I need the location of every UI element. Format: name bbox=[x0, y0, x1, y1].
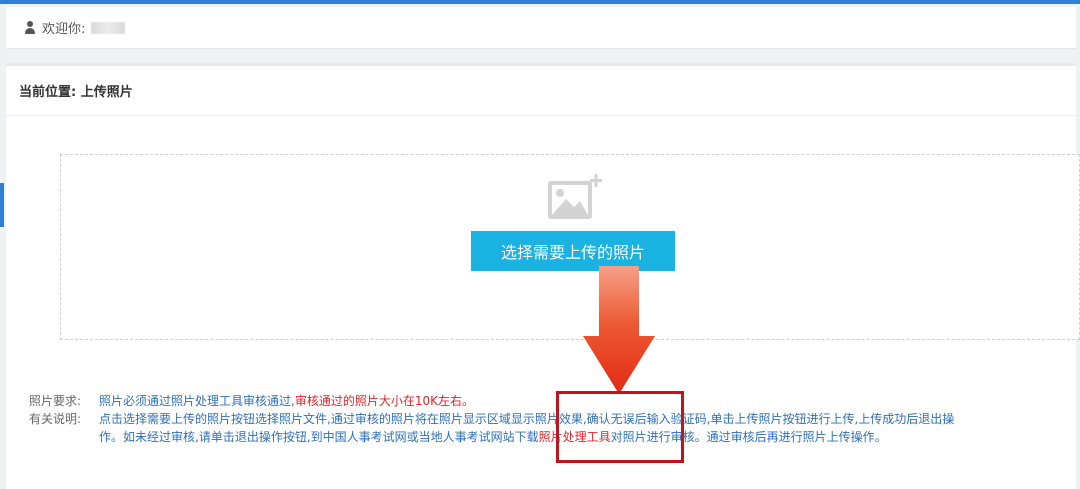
breadcrumb: 当前位置: 上传照片 bbox=[6, 66, 1076, 116]
description-label: 有关说明: bbox=[29, 412, 82, 426]
welcome-bar: 欢迎你: bbox=[6, 7, 1076, 49]
down-arrow-icon bbox=[583, 266, 655, 394]
requirement-text: 照片必须通过照片处理工具审核通过,审核通过的照片大小在10K左右。 bbox=[99, 392, 474, 410]
main-panel: 当前位置: 上传照片 选择需要上传的照片 照片要求: 照片必须通过照片处理工具审… bbox=[6, 63, 1080, 489]
image-add-icon bbox=[548, 174, 602, 219]
highlight-box bbox=[556, 391, 684, 463]
description-line1: 点击选择需要上传的照片按钮选择照片文件,通过审核的照片将在照片显示区域显示照片效… bbox=[99, 412, 955, 426]
username-redacted bbox=[91, 21, 126, 34]
notes-section: 照片要求: 照片必须通过照片处理工具审核通过,审核通过的照片大小在10K左右。 … bbox=[29, 392, 1069, 446]
description-line2-start: 作。如未经过审核,请单击退出操作按钮,到中国人事考试网或当地人事考试网站下载 bbox=[99, 430, 539, 444]
requirement-text-main: 照片必须通过照片处理工具审核通过, bbox=[99, 394, 295, 408]
user-icon bbox=[24, 21, 36, 34]
requirement-label: 照片要求: bbox=[29, 394, 82, 408]
description-row: 有关说明: 点击选择需要上传的照片按钮选择照片文件,通过审核的照片将在照片显示区… bbox=[29, 410, 1069, 446]
welcome-label: 欢迎你: bbox=[42, 22, 86, 37]
top-accent-bar bbox=[0, 0, 1080, 4]
left-edge-marker bbox=[0, 183, 4, 227]
breadcrumb-text: 当前位置: 上传照片 bbox=[19, 85, 133, 100]
description-text: 点击选择需要上传的照片按钮选择照片文件,通过审核的照片将在照片显示区域显示照片效… bbox=[99, 410, 954, 446]
photo-display-area[interactable]: 选择需要上传的照片 bbox=[60, 154, 1080, 340]
select-photo-button[interactable]: 选择需要上传的照片 bbox=[471, 231, 675, 271]
requirement-highlight: 审核通过的照片大小在10K左右。 bbox=[294, 394, 474, 408]
requirement-row: 照片要求: 照片必须通过照片处理工具审核通过,审核通过的照片大小在10K左右。 bbox=[29, 392, 1069, 410]
